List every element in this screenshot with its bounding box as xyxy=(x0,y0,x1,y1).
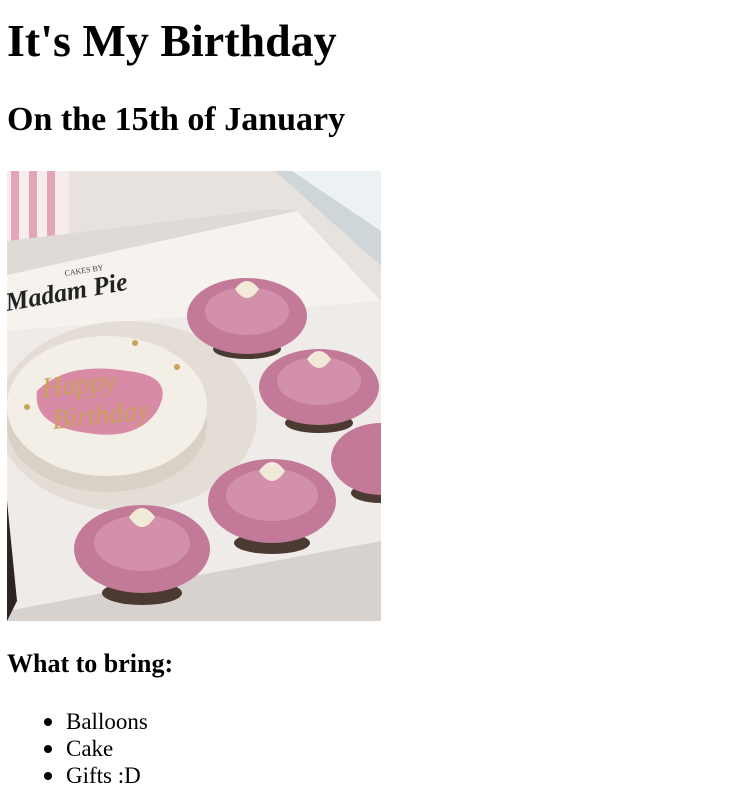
birthday-cake-image: CAKES BY Madam Pie Happy Birthday xyxy=(7,171,381,621)
bring-list: Balloons Cake Gifts :D xyxy=(7,708,148,789)
cake: Happy Birthday xyxy=(7,336,207,492)
bullet-icon xyxy=(44,745,52,753)
list-item-label: Gifts :D xyxy=(66,763,141,788)
bullet-icon xyxy=(44,772,52,780)
bullet-icon xyxy=(44,718,52,726)
page-subtitle: On the 15th of January xyxy=(7,101,346,138)
bring-heading: What to bring: xyxy=(7,649,174,678)
list-item: Balloons xyxy=(7,708,148,735)
list-item-label: Balloons xyxy=(66,709,148,734)
list-item-label: Cake xyxy=(66,736,114,761)
list-item: Gifts :D xyxy=(7,762,148,789)
page-title: It's My Birthday xyxy=(7,15,337,66)
list-item: Cake xyxy=(7,735,148,762)
